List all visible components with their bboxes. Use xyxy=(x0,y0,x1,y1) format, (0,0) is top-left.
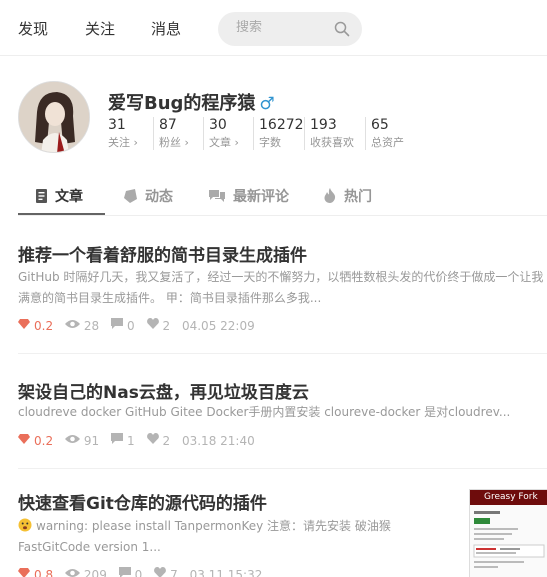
article-abstract: GitHub 时隔好几天，我又复活了，经过一天的不懈努力，以牺牲数根头发的代价终… xyxy=(18,270,544,305)
comment-bubble-icon xyxy=(111,318,124,330)
gender-male-icon: ♂ xyxy=(259,94,275,114)
thumbnail-image xyxy=(470,505,547,577)
comments-count[interactable]: 0 xyxy=(111,318,135,333)
diamond-icon xyxy=(18,434,30,445)
publish-time: 03.18 21:40 xyxy=(181,433,255,448)
thumbnail-header: Greasy Fork xyxy=(470,490,547,505)
tab-label: 文章 xyxy=(55,189,83,205)
comments-value: 0 xyxy=(134,567,143,577)
diamond-reward: 0.8 xyxy=(18,567,53,577)
tab-label: 热门 xyxy=(344,189,372,205)
active-tab-indicator xyxy=(18,213,105,215)
stat-followers[interactable]: 87 粉丝 › xyxy=(153,117,189,150)
article-meta: 0.8 209 0 7 03.11 15:32 xyxy=(18,567,270,577)
article-title[interactable]: 推荐一个看着舒服的简书目录生成插件 xyxy=(18,241,307,266)
comments-value: 0 xyxy=(127,318,135,333)
stat-number: 193 xyxy=(310,117,337,133)
comment-icon xyxy=(209,190,225,202)
stat-number: 16272 xyxy=(259,117,304,133)
stat-number: 65 xyxy=(371,117,389,133)
stat-label: 文章 › xyxy=(209,136,239,149)
comments-count[interactable]: 0 xyxy=(118,567,143,577)
nav-message[interactable]: 消息 xyxy=(151,18,181,39)
comment-bubble-icon xyxy=(111,433,124,445)
tab-label: 最新评论 xyxy=(233,189,289,205)
comment-bubble-icon xyxy=(118,567,131,577)
diamond-icon xyxy=(18,319,30,330)
diamond-value: 0.8 xyxy=(34,567,54,577)
dynamic-icon xyxy=(124,189,137,203)
views-count: 28 xyxy=(64,318,100,333)
nav-discover[interactable]: 发现 xyxy=(18,18,48,39)
diamond-value: 0.2 xyxy=(34,318,54,333)
article-abstract: cloudreve docker GitHub Gitee Docker手册内置… xyxy=(18,405,511,419)
username[interactable]: 爱写Bug的程序猿 ♂ xyxy=(108,89,275,115)
stat-label: 粉丝 › xyxy=(159,136,189,149)
article-item[interactable]: 架设自己的Nas云盘，再见垃圾百度云 cloudreve docker GitH… xyxy=(18,354,547,469)
tab-hot[interactable]: 热门 xyxy=(324,186,372,206)
heart-icon xyxy=(146,433,159,445)
heart-icon xyxy=(146,318,159,330)
likes-count: 2 xyxy=(146,318,171,333)
article-item[interactable]: 推荐一个看着舒服的简书目录生成插件 GitHub 时隔好几天，我又复活了，经过一… xyxy=(18,217,547,354)
article-title[interactable]: 快速查看Git仓库的源代码的插件 xyxy=(18,489,267,514)
article-thumbnail[interactable]: Greasy Fork xyxy=(469,489,547,577)
likes-count: 2 xyxy=(146,433,171,448)
tab-articles[interactable]: 文章 xyxy=(36,186,83,206)
article-title[interactable]: 架设自己的Nas云盘，再见垃圾百度云 xyxy=(18,378,309,403)
eye-icon xyxy=(64,569,80,577)
likes-value: 2 xyxy=(162,433,171,448)
stat-number: 30 xyxy=(209,117,227,133)
diamond-icon xyxy=(18,568,30,577)
stat-label: 字数 xyxy=(259,136,281,149)
tab-label: 动态 xyxy=(145,189,173,205)
stat-number: 31 xyxy=(108,117,126,133)
fire-icon xyxy=(324,188,336,203)
likes-value: 7 xyxy=(170,567,178,577)
diamond-reward: 0.2 xyxy=(18,433,53,448)
likes-value: 2 xyxy=(162,318,171,333)
views-value: 28 xyxy=(83,318,100,333)
username-text[interactable]: 爱写Bug的程序猿 xyxy=(108,93,255,114)
search-box xyxy=(218,12,362,46)
article-meta: 0.2 91 1 2 03.18 21:40 xyxy=(18,433,263,449)
heart-icon xyxy=(154,567,167,577)
publish-time: 03.11 15:32 xyxy=(189,567,263,577)
search-icon[interactable] xyxy=(334,21,350,37)
avatar[interactable] xyxy=(18,81,90,153)
stat-words: 16272 字数 xyxy=(253,117,304,150)
emoji-icon xyxy=(18,518,32,532)
stat-label: 总资产 xyxy=(371,136,404,149)
comments-value: 1 xyxy=(127,433,135,448)
article-item[interactable]: 快速查看Git仓库的源代码的插件 warning: please install… xyxy=(18,469,547,577)
article-abstract: warning: please install TanpermonKey 注意：… xyxy=(18,516,448,558)
views-count: 209 xyxy=(64,567,107,577)
views-value: 91 xyxy=(83,433,100,448)
article-meta: 0.2 28 0 2 04.05 22:09 xyxy=(18,318,263,334)
stat-total-assets: 65 总资产 xyxy=(365,117,404,150)
nav-follow[interactable]: 关注 xyxy=(85,18,115,39)
article-abstract-text: warning: please install TanpermonKey 注意：… xyxy=(18,519,391,554)
likes-count: 7 xyxy=(154,567,178,577)
article-icon xyxy=(36,189,47,203)
tab-latest-comments[interactable]: 最新评论 xyxy=(209,186,289,206)
eye-icon xyxy=(64,320,80,329)
eye-icon xyxy=(64,435,80,444)
views-value: 209 xyxy=(83,567,107,577)
stat-label: 关注 › xyxy=(108,136,138,149)
comments-count[interactable]: 1 xyxy=(111,433,135,448)
stat-label: 收获喜欢 xyxy=(310,136,354,149)
search-input[interactable] xyxy=(236,20,336,35)
views-count: 91 xyxy=(64,433,100,448)
diamond-value: 0.2 xyxy=(34,433,54,448)
stat-following[interactable]: 31 关注 › xyxy=(108,117,138,150)
stat-likes-received: 193 收获喜欢 xyxy=(304,117,354,150)
diamond-reward: 0.2 xyxy=(18,318,53,333)
profile-tabs: 文章 动态 最新评论 热门 xyxy=(18,176,547,216)
publish-time: 04.05 22:09 xyxy=(181,318,255,333)
top-nav: 发现 关注 消息 xyxy=(0,0,547,56)
tab-dynamic[interactable]: 动态 xyxy=(124,186,173,206)
stat-articles[interactable]: 30 文章 › xyxy=(203,117,239,150)
stat-number: 87 xyxy=(159,117,177,133)
